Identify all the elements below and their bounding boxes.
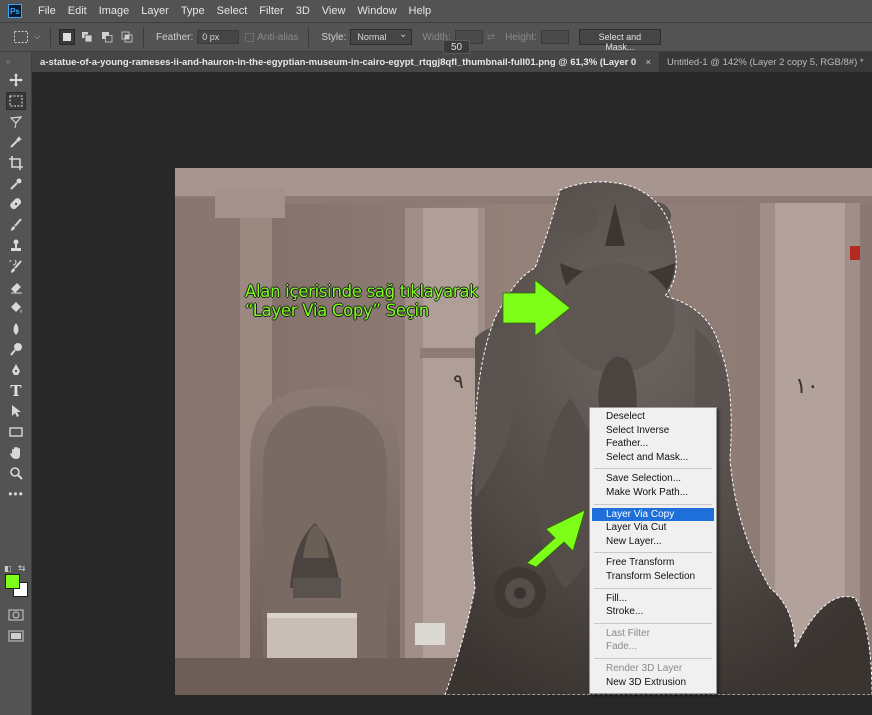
- swap-colors-icon[interactable]: ⇆: [18, 563, 26, 574]
- style-label: Style:: [321, 31, 347, 43]
- magic-wand-tool-icon[interactable]: [0, 132, 32, 153]
- context-menu: Deselect Select Inverse Feather... Selec…: [589, 407, 717, 694]
- menu-window[interactable]: Window: [351, 0, 402, 22]
- document-tabs: a-statue-of-a-young-rameses-ii-and-hauro…: [32, 52, 872, 72]
- pen-tool-icon[interactable]: [0, 360, 32, 381]
- default-colors-icon[interactable]: ◧: [4, 564, 12, 573]
- panel-collapse-icon[interactable]: »: [0, 52, 31, 70]
- menu-file[interactable]: File: [32, 0, 62, 22]
- lasso-tool-icon[interactable]: [0, 111, 32, 132]
- annotation-line-2: “Layer Via Copy” Seçin: [245, 301, 429, 320]
- swap-icon[interactable]: ⇄: [487, 32, 495, 43]
- path-selection-tool-icon[interactable]: [0, 401, 32, 422]
- menu-separator: [594, 552, 712, 554]
- menu-select[interactable]: Select: [211, 0, 254, 22]
- marquee-icon: [14, 31, 28, 43]
- arabic-numeral-nine: ٩: [453, 369, 464, 393]
- menu-separator: [594, 587, 712, 589]
- blur-tool-icon[interactable]: [0, 318, 32, 339]
- value-tooltip: 50: [443, 40, 470, 54]
- menu-item-transform-selection[interactable]: Transform Selection: [592, 570, 714, 584]
- museum-photo: ٩ ١٠: [175, 168, 872, 695]
- tools-panel: » T ••• ◧ ⇆: [0, 52, 32, 715]
- hand-tool-icon[interactable]: [0, 442, 32, 463]
- tab-document-rameses[interactable]: a-statue-of-a-young-rameses-ii-and-hauro…: [32, 52, 659, 72]
- menu-edit[interactable]: Edit: [62, 0, 93, 22]
- photoshop-logo-icon: Ps: [8, 4, 22, 18]
- style-select[interactable]: Normal: [350, 29, 413, 45]
- document-image[interactable]: ٩ ١٠: [175, 168, 872, 695]
- menu-item-layer-via-cut[interactable]: Layer Via Cut: [592, 521, 714, 535]
- type-tool-icon[interactable]: T: [0, 380, 32, 401]
- tab-document-untitled[interactable]: Untitled-1 @ 142% (Layer 2 copy 5, RGB/8…: [659, 52, 872, 72]
- instruction-annotation: Alan içerisinde sağ tıklayarak “Layer Vi…: [245, 282, 479, 320]
- options-bar: ⌵ Feather: 0 px Anti-alias Style: Normal…: [0, 22, 872, 52]
- dodge-tool-icon[interactable]: [0, 339, 32, 360]
- height-label: Height:: [505, 31, 537, 43]
- menu-item-fade: Fade...: [606, 641, 638, 653]
- new-selection-button[interactable]: [59, 29, 75, 45]
- eraser-tool-icon[interactable]: [0, 277, 32, 298]
- tab-label: a-statue-of-a-young-rameses-ii-and-hauro…: [40, 56, 638, 68]
- menu-layer[interactable]: Layer: [135, 0, 175, 22]
- more-tools-icon[interactable]: •••: [0, 484, 32, 505]
- color-swatches: ◧ ⇆: [3, 563, 29, 600]
- clone-stamp-tool-icon[interactable]: [0, 236, 32, 257]
- menu-item-deselect[interactable]: Deselect: [592, 410, 714, 424]
- crop-tool-icon[interactable]: [0, 153, 32, 174]
- antialias-checkbox[interactable]: [245, 32, 255, 42]
- tab-label: Untitled-1 @ 142% (Layer 2 copy 5, RGB/8…: [667, 56, 864, 68]
- menu-item-layer-via-copy[interactable]: Layer Via Copy: [592, 507, 714, 522]
- paint-bucket-tool-icon[interactable]: [0, 298, 32, 319]
- menu-item-new-layer[interactable]: New Layer...: [592, 535, 714, 549]
- menu-item-free-transform[interactable]: Free Transform: [592, 556, 714, 570]
- menu-separator: [594, 657, 712, 659]
- menu-item-make-work-path[interactable]: Make Work Path...: [592, 486, 714, 500]
- menu-separator: [594, 503, 712, 505]
- healing-brush-tool-icon[interactable]: [0, 194, 32, 215]
- menu-view[interactable]: View: [316, 0, 352, 22]
- menu-item-new-3d-extrusion[interactable]: New 3D Extrusion: [592, 676, 714, 690]
- move-tool-icon[interactable]: [0, 70, 32, 91]
- menu-item-stroke[interactable]: Stroke...: [592, 605, 714, 619]
- menu-item-last-filter: Last Filter: [606, 627, 650, 639]
- antialias-label: Anti-alias: [257, 31, 299, 43]
- rectangular-marquee-tool-icon[interactable]: [0, 91, 32, 112]
- history-brush-tool-icon[interactable]: [0, 256, 32, 277]
- screen-mode-icon[interactable]: [8, 630, 24, 645]
- arabic-numeral-ten: ١٠: [795, 374, 819, 399]
- menu-item-render-3d-layer: Render 3D Layer: [606, 662, 683, 674]
- close-icon[interactable]: ×: [645, 57, 651, 68]
- brush-tool-icon[interactable]: [0, 215, 32, 236]
- menu-help[interactable]: Help: [403, 0, 438, 22]
- subtract-from-selection-button[interactable]: [99, 29, 115, 45]
- zoom-tool-icon[interactable]: [0, 463, 32, 484]
- annotation-line-1: Alan içerisinde sağ tıklayarak: [245, 282, 479, 301]
- feather-label: Feather:: [156, 31, 194, 43]
- chevron-down-icon[interactable]: ⌵: [34, 32, 44, 42]
- tool-preset-picker[interactable]: [8, 27, 34, 47]
- intersect-selection-button[interactable]: [119, 29, 135, 45]
- height-input[interactable]: [540, 30, 569, 44]
- add-to-selection-button[interactable]: [79, 29, 95, 45]
- menu-item-fill[interactable]: Fill...: [592, 592, 714, 606]
- feather-input[interactable]: 0 px: [197, 30, 240, 44]
- menu-type[interactable]: Type: [175, 0, 211, 22]
- menu-item-save-selection[interactable]: Save Selection...: [592, 472, 714, 486]
- menu-bar: Ps File Edit Image Layer Type Select Fil…: [0, 0, 872, 22]
- menu-item-select-and-mask[interactable]: Select and Mask...: [592, 451, 714, 465]
- menu-3d[interactable]: 3D: [290, 0, 316, 22]
- foreground-color-swatch[interactable]: [5, 574, 20, 589]
- menu-separator: [594, 622, 712, 624]
- menu-item-select-inverse[interactable]: Select Inverse: [592, 424, 714, 438]
- select-and-mask-button[interactable]: Select and Mask...: [578, 29, 661, 52]
- eyedropper-tool-icon[interactable]: [0, 173, 32, 194]
- menu-item-feather[interactable]: Feather...: [592, 437, 714, 451]
- menu-filter[interactable]: Filter: [253, 0, 289, 22]
- menu-separator: [594, 468, 712, 470]
- quick-mask-icon[interactable]: [8, 609, 24, 624]
- menu-image[interactable]: Image: [93, 0, 136, 22]
- rectangle-tool-icon[interactable]: [0, 422, 32, 443]
